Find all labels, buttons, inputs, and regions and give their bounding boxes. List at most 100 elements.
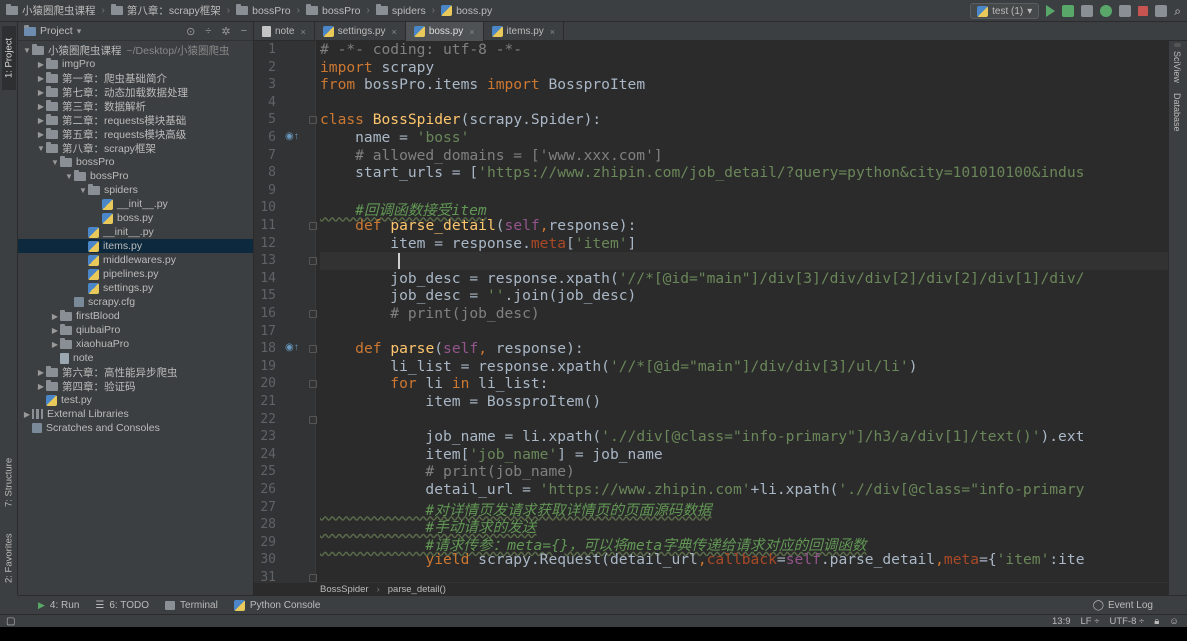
- chevron-right-icon[interactable]: ▶: [50, 326, 60, 335]
- lock-icon[interactable]: 🔒︎: [1154, 616, 1159, 627]
- tool-tab-sciview[interactable]: SciView: [1172, 51, 1182, 83]
- tool-tab-favorites[interactable]: 2: Favorites: [2, 527, 16, 589]
- tree-item[interactable]: ▼ 小猿圈爬虫课程 ~/Desktop/小猿圈爬虫: [18, 43, 253, 57]
- breadcrumb-item[interactable]: boss.py: [441, 5, 492, 17]
- chevron-right-icon[interactable]: ▶: [36, 88, 46, 97]
- tree-item[interactable]: __init__.py: [18, 197, 253, 211]
- chevron-right-icon[interactable]: ▶: [50, 340, 60, 349]
- close-icon[interactable]: ×: [469, 27, 474, 37]
- tree-item[interactable]: test.py: [18, 393, 253, 407]
- code-line[interactable]: def parse_detail(self,response):: [320, 217, 636, 235]
- gear-icon[interactable]: ✲: [221, 25, 230, 38]
- coverage-icon[interactable]: [1081, 5, 1094, 17]
- chevron-right-icon[interactable]: ▶: [22, 410, 32, 419]
- line-separator[interactable]: LF ÷: [1081, 616, 1100, 627]
- chevron-right-icon[interactable]: ▶: [36, 60, 46, 69]
- code-line[interactable]: item['job_name'] = job_name: [320, 446, 662, 464]
- tree-item[interactable]: ▶ imgPro: [18, 57, 253, 71]
- stop-icon[interactable]: [1138, 6, 1149, 16]
- code-line[interactable]: name = 'boss': [320, 129, 469, 147]
- code-line[interactable]: for li in li_list:: [320, 375, 548, 393]
- tree-item[interactable]: ▶ 第五章：requests模块高级: [18, 127, 253, 141]
- tool-tab-todo[interactable]: ☰ 6: TODO: [95, 600, 149, 611]
- code-line[interactable]: job_desc = ''.join(job_desc): [320, 287, 636, 305]
- editor-tab[interactable]: settings.py ×: [315, 22, 406, 41]
- code-line[interactable]: #对详情页发请求获取详情页的页面源码数据: [320, 499, 711, 519]
- code-line[interactable]: yield scrapy.Request(detail_url,callback…: [320, 551, 1084, 569]
- editor-tab[interactable]: items.py ×: [484, 22, 565, 41]
- fold-marker-icon[interactable]: [309, 222, 317, 230]
- fold-marker-icon[interactable]: [309, 415, 317, 424]
- layout-icon[interactable]: [1155, 5, 1168, 17]
- close-icon[interactable]: ×: [392, 27, 397, 37]
- target-icon[interactable]: ⊙: [186, 25, 195, 38]
- code-line[interactable]: job_name = li.xpath('.//div[@class="info…: [320, 428, 1084, 446]
- tool-tab-structure[interactable]: 7: Structure: [2, 452, 16, 512]
- hide-icon[interactable]: −: [241, 25, 247, 38]
- code-editor[interactable]: 1 2 3 4 5 6 7 8 9 10 11 12 13 14 15 16 17 18 19 20 21 22 23 24 2…: [254, 41, 1168, 582]
- code-line[interactable]: import scrapy: [320, 59, 434, 77]
- fold-marker-icon[interactable]: [309, 380, 317, 389]
- editor-crumb-function[interactable]: parse_detail(): [388, 584, 446, 595]
- breadcrumb-item[interactable]: spiders: [375, 4, 426, 17]
- code-line[interactable]: # allowed_domains = ['www.xxx.com']: [320, 147, 663, 165]
- code-line[interactable]: start_urls = ['https://www.zhipin.com/jo…: [320, 164, 1084, 182]
- run-icon[interactable]: [1046, 5, 1056, 17]
- breadcrumb-item[interactable]: bossPro: [306, 4, 361, 17]
- chevron-right-icon[interactable]: ▶: [36, 116, 46, 125]
- chevron-right-icon[interactable]: ▶: [36, 130, 46, 139]
- chevron-right-icon[interactable]: ▶: [36, 74, 46, 83]
- chevron-right-icon[interactable]: ▶: [36, 102, 46, 111]
- breadcrumb-item[interactable]: 小猿圈爬虫课程: [6, 3, 96, 18]
- project-panel-title[interactable]: Project: [40, 25, 73, 37]
- code-line[interactable]: #手动请求的发送: [320, 516, 536, 536]
- tree-item[interactable]: scrapy.cfg: [18, 295, 253, 309]
- code-line[interactable]: from bossPro.items import BossproItem: [320, 76, 645, 94]
- editor-tab[interactable]: note ×: [254, 22, 315, 41]
- fold-marker-icon[interactable]: [309, 574, 317, 582]
- code-line[interactable]: item = response.meta['item']: [320, 235, 636, 253]
- code-line[interactable]: li_list = response.xpath('//*[@id="main"…: [320, 358, 917, 376]
- tree-item[interactable]: middlewares.py: [18, 253, 253, 267]
- tree-item[interactable]: Scratches and Consoles: [18, 421, 253, 435]
- file-encoding[interactable]: UTF-8 ÷: [1109, 616, 1144, 627]
- code-line[interactable]: # -*- coding: utf-8 -*-: [320, 41, 522, 59]
- tree-item[interactable]: boss.py: [18, 211, 253, 225]
- tool-tab-terminal[interactable]: Terminal: [165, 600, 218, 611]
- tool-tab-run[interactable]: ▶ 4: Run: [38, 600, 79, 611]
- close-icon[interactable]: ×: [550, 27, 555, 37]
- tree-item[interactable]: ▶ 第七章：动态加载数据处理: [18, 85, 253, 99]
- scrollbar-thumb[interactable]: [1174, 43, 1181, 47]
- close-icon[interactable]: ×: [300, 27, 305, 37]
- tool-tab-python-console[interactable]: Python Console: [233, 599, 320, 611]
- tool-tab-project[interactable]: 1: Project: [2, 26, 16, 90]
- tree-item[interactable]: __init__.py: [18, 225, 253, 239]
- tree-item[interactable]: ▶ 第一章：爬虫基础简介: [18, 71, 253, 85]
- code-line[interactable]: # print(job_name): [320, 463, 574, 481]
- tree-item[interactable]: ▶ firstBlood: [18, 309, 253, 323]
- tree-item[interactable]: ▼ 第八章：scrapy框架: [18, 141, 253, 155]
- chevron-down-icon[interactable]: ▼: [50, 158, 60, 167]
- tree-item[interactable]: settings.py: [18, 281, 253, 295]
- code-line[interactable]: job_desc = response.xpath('//*[@id="main…: [320, 270, 1084, 288]
- fold-marker-icon[interactable]: [309, 310, 317, 318]
- tool-tab-database[interactable]: Database: [1172, 93, 1182, 132]
- tree-item[interactable]: ▶ 第二章：requests模块基础: [18, 113, 253, 127]
- search-icon[interactable]: ⌕: [1174, 4, 1181, 19]
- event-log-tab[interactable]: ◯ Event Log: [1093, 600, 1187, 611]
- chevron-down-icon[interactable]: ▼: [78, 186, 88, 195]
- code-line[interactable]: # print(job_desc): [320, 305, 539, 323]
- collapse-icon[interactable]: ÷: [205, 25, 211, 38]
- fold-marker-icon[interactable]: [309, 257, 317, 266]
- editor-tab[interactable]: boss.py ×: [405, 22, 484, 41]
- code-line[interactable]: #请求传参：meta={}，可以将meta字典传递给请求对应的回调函数: [320, 534, 866, 554]
- layout-icon[interactable]: ▢: [6, 616, 15, 627]
- fold-marker-icon[interactable]: [309, 116, 317, 125]
- breadcrumb-item[interactable]: bossPro: [236, 4, 291, 17]
- chevron-right-icon[interactable]: ▶: [36, 382, 46, 391]
- chevron-down-icon[interactable]: ▾: [77, 26, 82, 37]
- tree-item[interactable]: items.py: [18, 239, 253, 253]
- code-line[interactable]: item = BossproItem(): [320, 393, 601, 411]
- tree-item[interactable]: ▼ bossPro: [18, 155, 253, 169]
- chevron-down-icon[interactable]: ▼: [64, 172, 74, 181]
